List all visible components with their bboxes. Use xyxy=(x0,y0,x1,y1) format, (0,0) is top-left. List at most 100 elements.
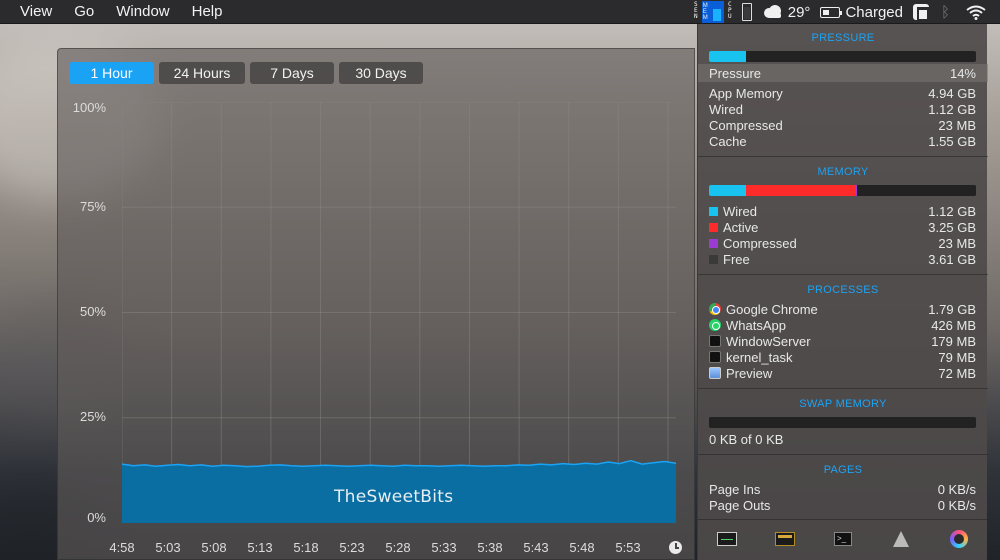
process-row[interactable]: kernel_task 79 MB xyxy=(709,349,976,365)
row-value: 79 MB xyxy=(938,349,976,365)
series-point xyxy=(483,465,485,467)
tab-1-hour[interactable]: 1 Hour xyxy=(69,62,154,84)
series-point xyxy=(664,460,666,463)
section-title-processes: PROCESSES xyxy=(807,284,879,296)
legend-text: Wired xyxy=(723,203,757,219)
series-point xyxy=(257,465,259,467)
series-point xyxy=(607,461,609,463)
gauge-button[interactable] xyxy=(948,530,970,548)
row-value: 3.61 GB xyxy=(928,251,976,267)
x-tick-label: 5:48 xyxy=(569,540,595,555)
rocket-button[interactable] xyxy=(890,530,912,548)
temperature-label: 29° xyxy=(787,3,811,21)
process-name: Google Chrome xyxy=(726,301,818,317)
bluetooth-icon[interactable]: ᛒ xyxy=(941,4,950,21)
tab-30-days[interactable]: 30 Days xyxy=(339,62,423,84)
menu-window[interactable]: Window xyxy=(105,0,180,24)
memory-row-free: Free 3.61 GB xyxy=(709,251,976,267)
row-value: 1.79 GB xyxy=(928,301,976,317)
memory-bar-segment-active xyxy=(746,185,856,196)
legend-text: Compressed xyxy=(723,235,797,251)
terminal-button[interactable]: >_ xyxy=(832,530,854,548)
wifi-icon[interactable] xyxy=(966,5,986,20)
series-point xyxy=(313,465,315,467)
x-tick-label: 5:38 xyxy=(477,540,503,555)
series-point xyxy=(302,465,304,467)
benchmark-button[interactable] xyxy=(774,530,796,548)
section-title-pages: PAGES xyxy=(823,464,863,476)
series-point xyxy=(596,463,598,465)
row-label: Wired xyxy=(709,101,743,117)
app-icon[interactable] xyxy=(912,4,929,21)
row-label: WindowServer xyxy=(709,334,811,349)
memory-icon-text: MEM xyxy=(702,3,708,21)
series-point xyxy=(211,465,214,467)
series-point xyxy=(404,464,406,466)
series-point xyxy=(234,465,236,467)
row-value: 72 MB xyxy=(938,365,976,381)
app-memory-row: App Memory 4.94 GB xyxy=(709,85,976,101)
memory-icon[interactable]: MEM xyxy=(701,1,724,23)
process-row[interactable]: WindowServer 179 MB xyxy=(709,333,976,349)
status-area: SEN MEM CPU 29° Charged ᛒ xyxy=(690,0,1000,24)
section-divider xyxy=(698,388,988,389)
process-row[interactable]: Google Chrome 1.79 GB xyxy=(709,301,976,317)
series-point xyxy=(370,464,372,466)
memory-row-compressed: Compressed 23 MB xyxy=(709,235,976,251)
activity-monitor-button[interactable] xyxy=(716,530,738,548)
row-value: 14% xyxy=(949,65,976,81)
sensor-icon[interactable]: SEN xyxy=(693,2,699,22)
row-label: Active xyxy=(709,220,758,235)
row-value: 23 MB xyxy=(938,235,976,251)
series-point xyxy=(494,465,496,467)
row-label: Free xyxy=(709,252,750,267)
x-tick-label: 5:43 xyxy=(523,540,549,555)
weather-widget[interactable]: 29° xyxy=(762,3,811,21)
menu-go[interactable]: Go xyxy=(63,0,105,24)
swap-bar xyxy=(709,417,976,428)
tab-7-days[interactable]: 7 Days xyxy=(250,62,334,84)
cpu-icon[interactable]: CPU xyxy=(727,2,733,22)
row-value: 426 MB xyxy=(931,317,976,333)
row-label: Compressed xyxy=(709,117,783,133)
section-title-memory: MEMORY xyxy=(817,166,869,178)
y-tick-label: 75% xyxy=(79,199,106,214)
benchmark-icon xyxy=(775,532,795,546)
process-row[interactable]: Preview 72 MB xyxy=(709,365,976,381)
pressure-bar xyxy=(709,51,976,62)
x-tick-label: 5:18 xyxy=(293,540,319,555)
clock-icon[interactable] xyxy=(669,541,682,554)
row-value: 1.12 GB xyxy=(928,101,976,117)
series-point xyxy=(358,465,361,467)
battery-status[interactable]: Charged xyxy=(820,4,903,21)
row-label: Preview xyxy=(709,366,772,381)
series-point xyxy=(381,465,383,467)
process-row[interactable]: WhatsApp 426 MB xyxy=(709,317,976,333)
series-point xyxy=(551,464,553,466)
series-point xyxy=(177,463,180,466)
menu-view[interactable]: View xyxy=(0,0,63,24)
tab-24-hours[interactable]: 24 Hours xyxy=(159,62,245,84)
active-swatch xyxy=(709,222,718,232)
cloud-icon xyxy=(763,5,781,18)
row-value: 1.12 GB xyxy=(928,203,976,219)
section-divider xyxy=(698,454,988,455)
series-point xyxy=(223,464,225,466)
process-name: WhatsApp xyxy=(726,317,786,333)
memory-usage-chart xyxy=(122,102,676,523)
series-point xyxy=(336,465,338,467)
battery-mini-icon[interactable] xyxy=(741,3,752,21)
row-value: 1.55 GB xyxy=(928,133,976,149)
series-point xyxy=(573,463,575,466)
series-point xyxy=(517,464,519,466)
wired-row: Wired 1.12 GB xyxy=(709,101,976,117)
series-point xyxy=(505,465,508,467)
wired-swatch xyxy=(709,206,718,216)
series-point xyxy=(460,464,462,466)
terminal-icon xyxy=(709,335,721,347)
series-point xyxy=(166,464,168,466)
row-value: 23 MB xyxy=(938,117,976,133)
series-point xyxy=(132,465,134,467)
x-tick-label: 5:13 xyxy=(247,540,273,555)
menu-help[interactable]: Help xyxy=(181,0,234,24)
